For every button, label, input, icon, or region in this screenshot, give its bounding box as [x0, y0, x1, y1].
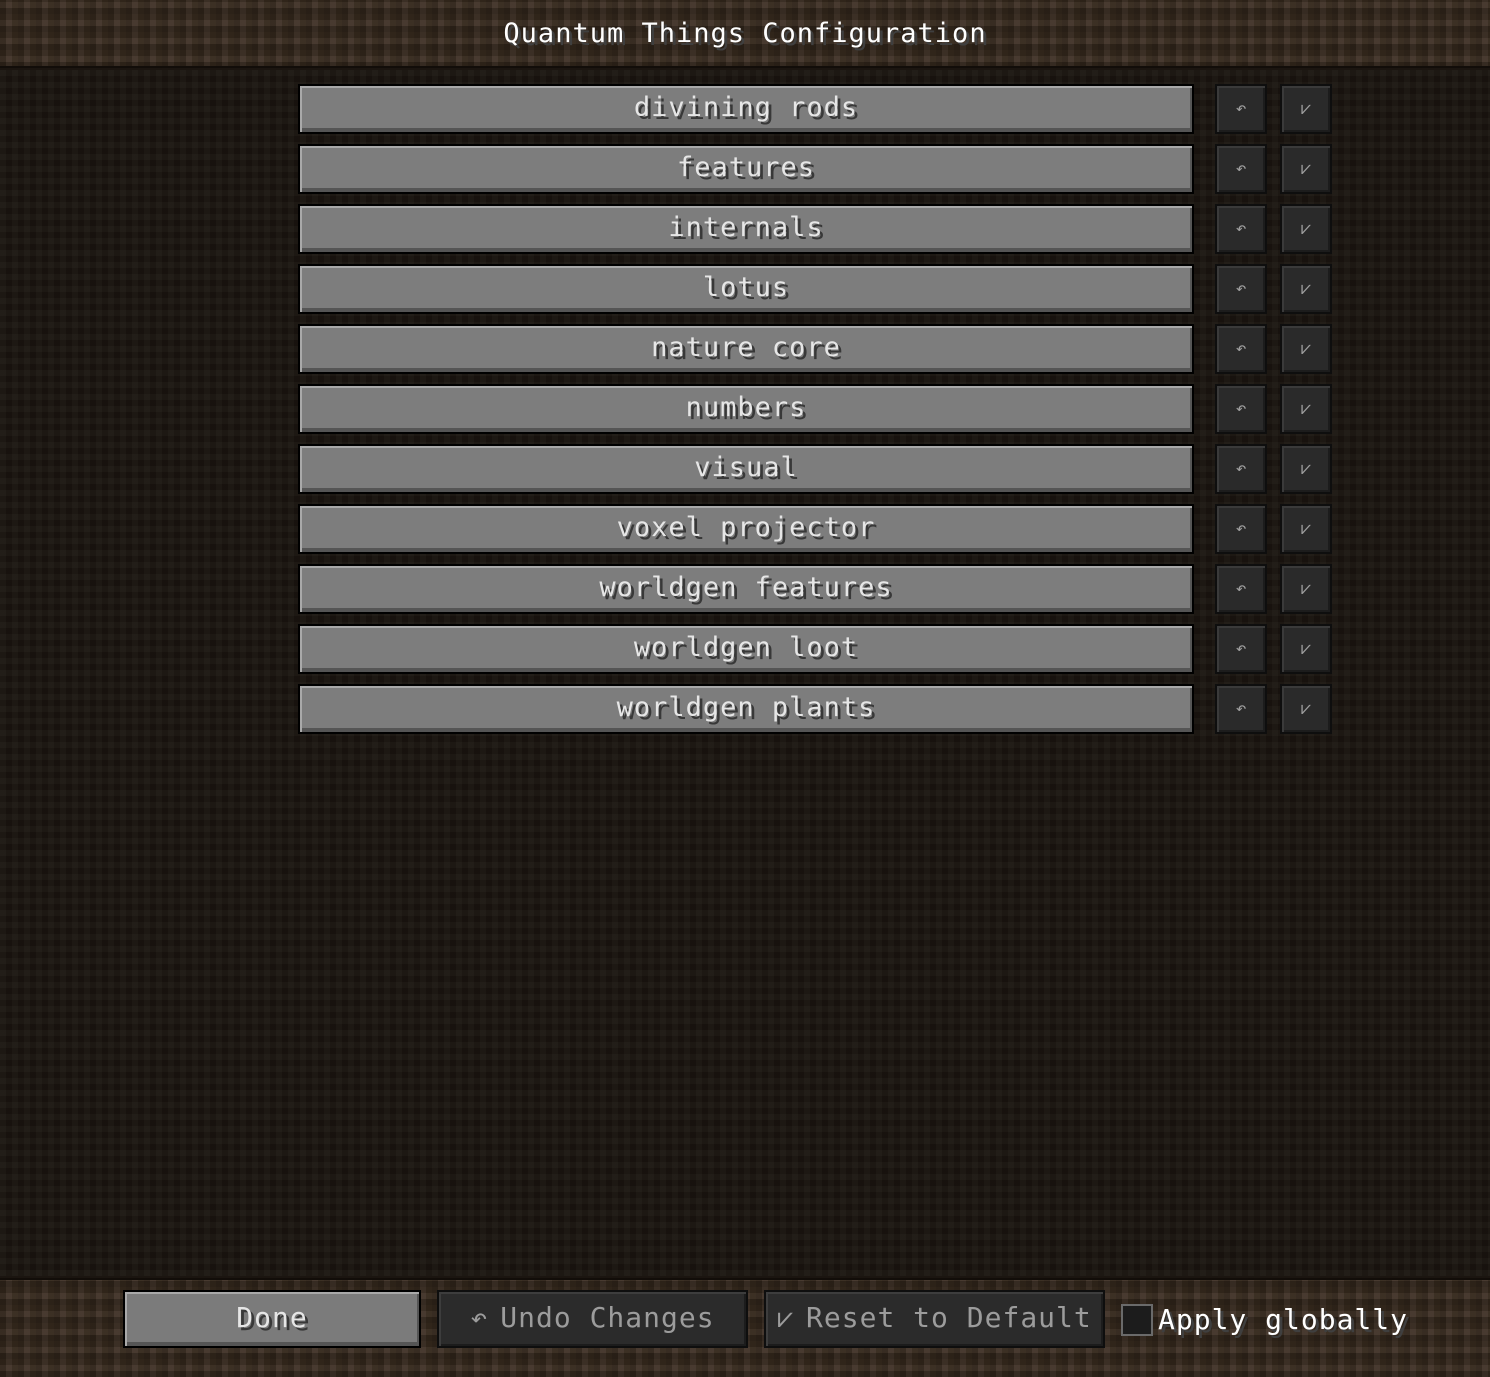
category-button[interactable]: numbers [298, 384, 1194, 434]
row-undo-button[interactable]: ↶ [1215, 564, 1267, 614]
row-undo-button[interactable]: ↶ [1215, 684, 1267, 734]
undo-icon: ↶ [470, 1301, 489, 1334]
row-undo-button[interactable]: ↶ [1215, 504, 1267, 554]
category-row: divining rods ↶ ⩗ [298, 84, 1334, 134]
category-button[interactable]: visual [298, 444, 1194, 494]
row-reset-button[interactable]: ⩗ [1280, 264, 1332, 314]
undo-icon: ↶ [1235, 278, 1247, 299]
reset-icon: ⩗ [1300, 278, 1312, 299]
done-button-label: Done [236, 1301, 308, 1334]
reset-icon: ⩗ [1300, 338, 1312, 359]
category-row: lotus ↶ ⩗ [298, 264, 1334, 314]
reset-icon: ⩗ [1300, 518, 1312, 539]
row-reset-button[interactable]: ⩗ [1280, 444, 1332, 494]
undo-icon: ↶ [1235, 638, 1247, 659]
category-button[interactable]: voxel projector [298, 504, 1194, 554]
reset-icon: ⩗ [1300, 158, 1312, 179]
category-button[interactable]: features [298, 144, 1194, 194]
done-button[interactable]: Done [123, 1290, 421, 1348]
row-undo-button[interactable]: ↶ [1215, 144, 1267, 194]
reset-icon: ⩗ [1300, 578, 1312, 599]
undo-icon: ↶ [1235, 218, 1247, 239]
reset-icon: ⩗ [1300, 98, 1312, 119]
reset-icon: ⩗ [1300, 218, 1312, 239]
reset-to-default-label: Reset to Default [806, 1301, 1092, 1334]
row-reset-button[interactable]: ⩗ [1280, 564, 1332, 614]
category-row: worldgen loot ↶ ⩗ [298, 624, 1334, 674]
reset-icon: ⩗ [1300, 458, 1312, 479]
category-row: nature core ↶ ⩗ [298, 324, 1334, 374]
page-title: Quantum Things Configuration [503, 18, 987, 49]
undo-changes-button[interactable]: ↶ Undo Changes [437, 1290, 748, 1348]
apply-globally-checkbox[interactable] [1121, 1304, 1153, 1336]
category-row: worldgen plants ↶ ⩗ [298, 684, 1334, 734]
category-button[interactable]: worldgen features [298, 564, 1194, 614]
category-button[interactable]: internals [298, 204, 1194, 254]
row-undo-button[interactable]: ↶ [1215, 444, 1267, 494]
undo-icon: ↶ [1235, 338, 1247, 359]
category-row: internals ↶ ⩗ [298, 204, 1334, 254]
apply-globally-label[interactable]: Apply globally [1158, 1303, 1408, 1336]
category-row: features ↶ ⩗ [298, 144, 1334, 194]
undo-icon: ↶ [1235, 98, 1247, 119]
undo-icon: ↶ [1235, 578, 1247, 599]
row-undo-button[interactable]: ↶ [1215, 384, 1267, 434]
undo-icon: ↶ [1235, 398, 1247, 419]
undo-icon: ↶ [1235, 458, 1247, 479]
reset-icon: ⩗ [1300, 638, 1312, 659]
row-reset-button[interactable]: ⩗ [1280, 144, 1332, 194]
row-reset-button[interactable]: ⩗ [1280, 84, 1332, 134]
undo-icon: ↶ [1235, 158, 1247, 179]
row-reset-button[interactable]: ⩗ [1280, 504, 1332, 554]
category-row: voxel projector ↶ ⩗ [298, 504, 1334, 554]
reset-icon: ⩗ [777, 1301, 795, 1334]
row-undo-button[interactable]: ↶ [1215, 84, 1267, 134]
reset-icon: ⩗ [1300, 398, 1312, 419]
reset-to-default-button[interactable]: ⩗ Reset to Default [764, 1290, 1105, 1348]
header-bar: Quantum Things Configuration [0, 0, 1490, 68]
undo-icon: ↶ [1235, 518, 1247, 539]
undo-changes-label: Undo Changes [500, 1301, 715, 1334]
category-button[interactable]: lotus [298, 264, 1194, 314]
row-reset-button[interactable]: ⩗ [1280, 624, 1332, 674]
row-undo-button[interactable]: ↶ [1215, 324, 1267, 374]
category-row: numbers ↶ ⩗ [298, 384, 1334, 434]
category-row: visual ↶ ⩗ [298, 444, 1334, 494]
row-reset-button[interactable]: ⩗ [1280, 684, 1332, 734]
category-button[interactable]: worldgen loot [298, 624, 1194, 674]
undo-icon: ↶ [1235, 698, 1247, 719]
row-reset-button[interactable]: ⩗ [1280, 204, 1332, 254]
category-row: worldgen features ↶ ⩗ [298, 564, 1334, 614]
reset-icon: ⩗ [1300, 698, 1312, 719]
category-button[interactable]: nature core [298, 324, 1194, 374]
row-reset-button[interactable]: ⩗ [1280, 384, 1332, 434]
category-button[interactable]: worldgen plants [298, 684, 1194, 734]
row-undo-button[interactable]: ↶ [1215, 264, 1267, 314]
category-button[interactable]: divining rods [298, 84, 1194, 134]
row-undo-button[interactable]: ↶ [1215, 204, 1267, 254]
row-reset-button[interactable]: ⩗ [1280, 324, 1332, 374]
row-undo-button[interactable]: ↶ [1215, 624, 1267, 674]
